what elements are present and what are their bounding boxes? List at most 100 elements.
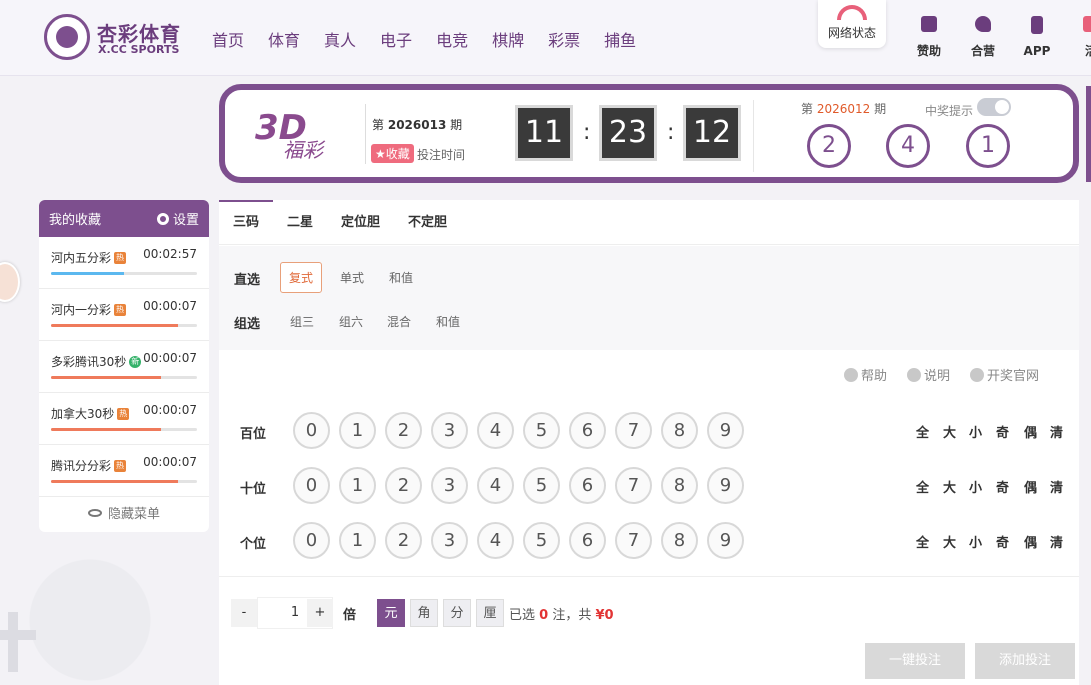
digit-ball[interactable]: 0 bbox=[293, 412, 330, 449]
favorites-panel: 我的收藏 设置 河内五分彩热 00:02:57 河内一分彩热 00:00:07 多彩腾讯… bbox=[39, 200, 209, 532]
app-link[interactable]: APP bbox=[1017, 16, 1057, 58]
quick-select-button[interactable]: 清 bbox=[1050, 532, 1063, 551]
unit-jiao[interactable]: 角 bbox=[410, 599, 438, 627]
digit-ball[interactable]: 6 bbox=[569, 467, 606, 504]
favorites-title: 我的收藏 bbox=[49, 213, 102, 228]
digit-ball[interactable]: 8 bbox=[661, 522, 698, 559]
digit-ball[interactable]: 2 bbox=[385, 522, 422, 559]
option-group-three[interactable]: 组三 bbox=[290, 313, 314, 330]
favorite-item-name: 腾讯分分彩 bbox=[51, 459, 112, 473]
unit-yuan[interactable]: 元 bbox=[377, 599, 405, 627]
description-link[interactable]: 说明 bbox=[907, 365, 950, 384]
favorite-item[interactable]: 河内一分彩热 00:00:07 bbox=[39, 289, 209, 341]
sponsor-link[interactable]: 赞助 bbox=[909, 16, 949, 59]
nav-live[interactable]: 真人 bbox=[324, 27, 356, 51]
digit-ball[interactable]: 2 bbox=[385, 412, 422, 449]
nav-home[interactable]: 首页 bbox=[212, 27, 244, 51]
quick-select-button[interactable]: 大 bbox=[943, 477, 956, 496]
favorite-button[interactable]: ★收藏 bbox=[371, 144, 414, 163]
partner-link[interactable]: 合营 bbox=[963, 16, 1003, 59]
digit-ball[interactable]: 1 bbox=[339, 467, 376, 504]
hide-menu-button[interactable]: 隐藏菜单 bbox=[39, 497, 209, 532]
digit-ball[interactable]: 9 bbox=[707, 522, 744, 559]
nav-cards[interactable]: 棋牌 bbox=[492, 27, 524, 51]
favorite-item[interactable]: 河内五分彩热 00:02:57 bbox=[39, 237, 209, 289]
brand-logo-icon[interactable] bbox=[44, 14, 90, 60]
digit-ball[interactable]: 2 bbox=[385, 467, 422, 504]
quick-select-button[interactable]: 全 bbox=[916, 477, 929, 496]
digit-ball[interactable]: 7 bbox=[615, 467, 652, 504]
digit-ball[interactable]: 5 bbox=[523, 467, 560, 504]
favorites-settings-button[interactable]: 设置 bbox=[156, 209, 199, 228]
digit-ball[interactable]: 3 bbox=[431, 412, 468, 449]
quick-select-button[interactable]: 小 bbox=[969, 477, 982, 496]
digit-ball[interactable]: 7 bbox=[615, 522, 652, 559]
quick-bet-button[interactable]: 一键投注 bbox=[865, 643, 965, 679]
quick-select-button[interactable]: 清 bbox=[1050, 422, 1063, 441]
option-group-sum[interactable]: 和值 bbox=[436, 313, 460, 330]
digit-ball[interactable]: 9 bbox=[707, 467, 744, 504]
add-bet-button[interactable]: 添加投注 bbox=[975, 643, 1075, 679]
win-hint-toggle[interactable] bbox=[977, 98, 1011, 116]
tab-two-star[interactable]: 二星 bbox=[273, 200, 327, 244]
tab-position[interactable]: 定位胆 bbox=[327, 200, 394, 244]
digit-ball[interactable]: 6 bbox=[569, 522, 606, 559]
digit-ball[interactable]: 1 bbox=[339, 522, 376, 559]
help-link[interactable]: 帮助 bbox=[844, 365, 887, 384]
digit-ball[interactable]: 7 bbox=[615, 412, 652, 449]
official-site-link[interactable]: 开奖官网 bbox=[970, 365, 1039, 384]
option-single[interactable]: 单式 bbox=[340, 269, 364, 286]
option-mixed[interactable]: 混合 bbox=[387, 313, 411, 330]
unit-fen[interactable]: 分 bbox=[443, 599, 471, 627]
digit-ball[interactable]: 3 bbox=[431, 522, 468, 559]
favorite-item-countdown: 00:02:57 bbox=[143, 247, 197, 261]
quick-select-button[interactable]: 偶 bbox=[1024, 477, 1037, 496]
quick-select-button[interactable]: 奇 bbox=[996, 477, 1009, 496]
customer-service-avatar[interactable] bbox=[0, 262, 20, 302]
digit-ball[interactable]: 6 bbox=[569, 412, 606, 449]
nav-fishing[interactable]: 捕鱼 bbox=[604, 27, 636, 51]
network-gauge-icon bbox=[837, 5, 867, 20]
digit-ball[interactable]: 8 bbox=[661, 467, 698, 504]
option-sum[interactable]: 和值 bbox=[389, 269, 413, 286]
quick-select-button[interactable]: 大 bbox=[943, 532, 956, 551]
quick-select-button[interactable]: 全 bbox=[916, 422, 929, 441]
tab-no-position[interactable]: 不定胆 bbox=[394, 200, 461, 244]
quick-select-button[interactable]: 小 bbox=[969, 422, 982, 441]
nav-slots[interactable]: 电子 bbox=[380, 27, 412, 51]
digit-ball[interactable]: 5 bbox=[523, 412, 560, 449]
nav-sports[interactable]: 体育 bbox=[268, 27, 300, 51]
multiplier-minus-button[interactable]: - bbox=[231, 599, 257, 627]
quick-select-button[interactable]: 偶 bbox=[1024, 422, 1037, 441]
digit-ball[interactable]: 3 bbox=[431, 467, 468, 504]
digit-ball[interactable]: 9 bbox=[707, 412, 744, 449]
favorite-item[interactable]: 加拿大30秒热 00:00:07 bbox=[39, 393, 209, 445]
option-group-six[interactable]: 组六 bbox=[339, 313, 363, 330]
nav-lottery[interactable]: 彩票 bbox=[548, 27, 580, 51]
quick-select-button[interactable]: 偶 bbox=[1024, 532, 1037, 551]
quick-select-button[interactable]: 清 bbox=[1050, 477, 1063, 496]
quick-select-button[interactable]: 奇 bbox=[996, 532, 1009, 551]
unit-li[interactable]: 厘 bbox=[476, 599, 504, 627]
digit-ball[interactable]: 5 bbox=[523, 522, 560, 559]
digit-ball[interactable]: 4 bbox=[477, 467, 514, 504]
multiplier-plus-button[interactable]: + bbox=[307, 599, 333, 627]
quick-select-button[interactable]: 奇 bbox=[996, 422, 1009, 441]
digit-ball[interactable]: 4 bbox=[477, 522, 514, 559]
network-status-button[interactable]: 网络状态 bbox=[818, 0, 886, 48]
activity-link[interactable]: 活 bbox=[1071, 16, 1091, 59]
tab-three-digit[interactable]: 三码 bbox=[219, 200, 274, 244]
nav-esports[interactable]: 电竞 bbox=[436, 27, 468, 51]
digit-ball[interactable]: 8 bbox=[661, 412, 698, 449]
favorite-item[interactable]: 腾讯分分彩热 00:00:07 bbox=[39, 445, 209, 497]
quick-select-button[interactable]: 小 bbox=[969, 532, 982, 551]
quick-select-button[interactable]: 大 bbox=[943, 422, 956, 441]
digit-ball[interactable]: 4 bbox=[477, 412, 514, 449]
digit-ball[interactable]: 0 bbox=[293, 522, 330, 559]
favorite-item[interactable]: 多彩腾讯30秒新 00:00:07 bbox=[39, 341, 209, 393]
progress-fill bbox=[51, 272, 124, 275]
option-compound[interactable]: 复式 bbox=[280, 262, 323, 293]
digit-ball[interactable]: 1 bbox=[339, 412, 376, 449]
quick-select-button[interactable]: 全 bbox=[916, 532, 929, 551]
digit-ball[interactable]: 0 bbox=[293, 467, 330, 504]
